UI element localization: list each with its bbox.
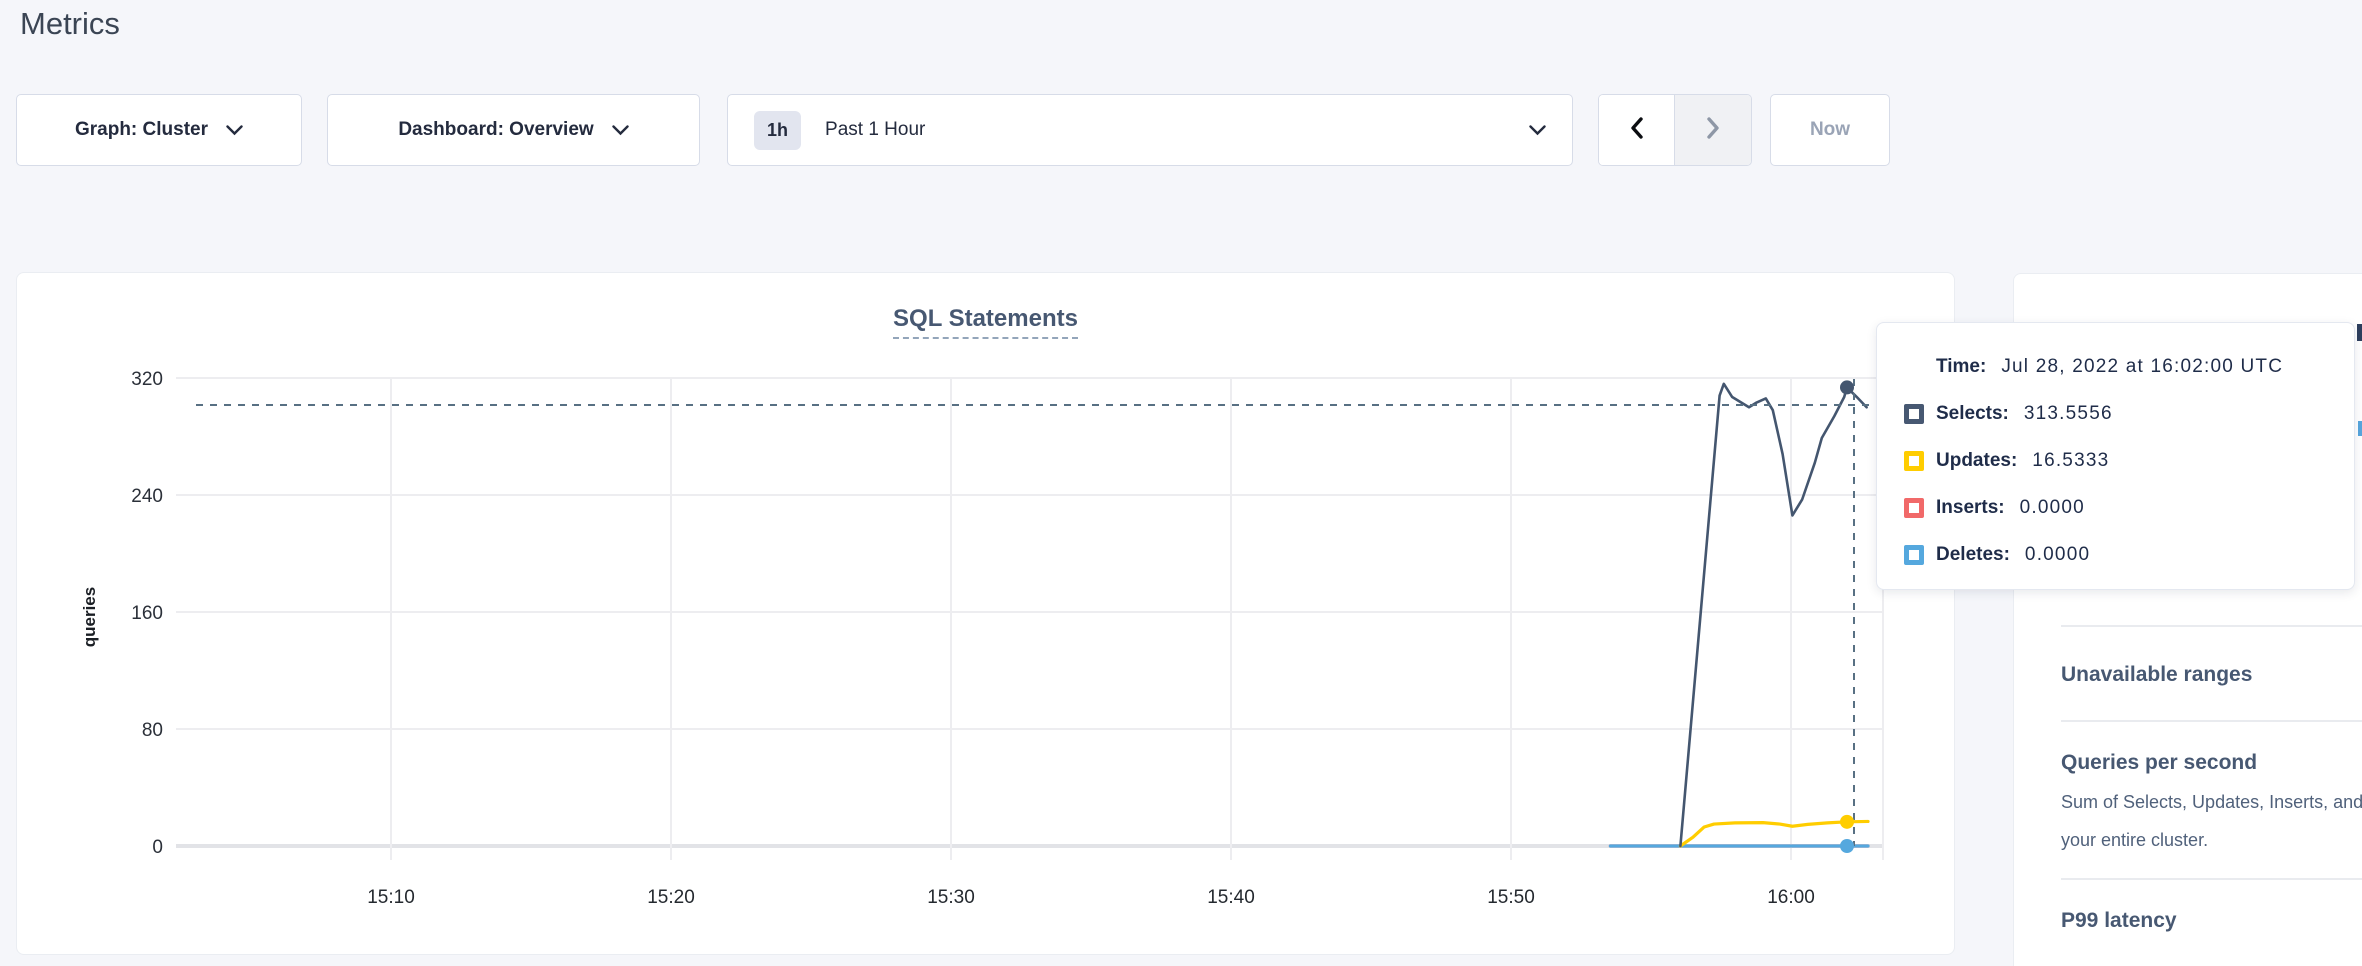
tooltip-time-row: Time: Jul 28, 2022 at 16:02:00 UTC <box>1904 350 2334 383</box>
x-tick-label: 16:00 <box>1767 887 1815 908</box>
tooltip-series-value: 0.0000 <box>2020 497 2085 519</box>
updates-swatch-icon <box>1904 451 1924 471</box>
inserts-swatch-icon <box>1904 498 1924 518</box>
selects-swatch-icon <box>1904 404 1924 424</box>
y-tick-label: 240 <box>131 486 163 507</box>
tooltip-series-label: Inserts: <box>1936 497 2005 519</box>
tooltip-series-value: 0.0000 <box>2025 544 2090 566</box>
chevron-down-icon <box>612 125 629 136</box>
tooltip-series-row: Deletes: 0.0000 <box>1904 538 2334 571</box>
x-tick-label: 15:50 <box>1487 887 1535 908</box>
clipped-link-fragment <box>2358 421 2362 436</box>
deletes-swatch-icon <box>1904 545 1924 565</box>
sidebar-heading-queries-per-second: Queries per second <box>2061 751 2257 775</box>
clipped-text-fragment <box>2357 324 2362 341</box>
chevron-left-icon <box>1629 116 1645 145</box>
tooltip-series-label: Deletes: <box>1936 544 2010 566</box>
divider <box>2061 720 2362 722</box>
x-tick-label: 15:10 <box>367 887 415 908</box>
dashboard-dropdown-label: Dashboard: Overview <box>398 119 593 141</box>
now-button[interactable]: Now <box>1770 94 1890 166</box>
graph-dropdown-label: Graph: Cluster <box>75 119 208 141</box>
hover-dot-updates <box>1840 815 1854 829</box>
tooltip-series-value: 313.5556 <box>2024 403 2113 425</box>
dashboard-dropdown[interactable]: Dashboard: Overview <box>327 94 700 166</box>
divider <box>2061 878 2362 880</box>
sql-statements-chart-card: 0 80 160 240 320 15:10 15:20 15:30 15:40 15:50 16:… <box>16 272 1955 955</box>
y-tick-label: 80 <box>142 720 163 741</box>
sidebar-description-line: your entire cluster. <box>2061 830 2208 851</box>
x-tick-label: 15:40 <box>1207 887 1255 908</box>
time-step-button-group <box>1598 94 1752 166</box>
chevron-right-icon <box>1705 116 1721 145</box>
sidebar-description-line: Sum of Selects, Updates, Inserts, and De… <box>2061 792 2362 813</box>
x-tick-label: 15:20 <box>647 887 695 908</box>
tooltip-series-value: 16.5333 <box>2032 450 2109 472</box>
next-time-button[interactable] <box>1675 95 1751 165</box>
series-line-updates <box>1680 821 1868 846</box>
page-title: Metrics <box>20 6 120 42</box>
sidebar-heading-p99-latency: P99 latency <box>2061 909 2177 933</box>
y-axis-label: queries <box>80 587 99 647</box>
hover-dot-selects <box>1840 380 1854 394</box>
series-line-selects <box>1680 384 1866 846</box>
tooltip-series-label: Selects: <box>1936 403 2009 425</box>
tooltip-series-row: Selects: 313.5556 <box>1904 397 2334 430</box>
y-tick-label: 160 <box>131 603 163 624</box>
chart-title[interactable]: SQL Statements <box>893 305 1078 339</box>
time-range-badge: 1h <box>754 111 801 150</box>
divider <box>2061 625 2362 627</box>
time-range-dropdown[interactable]: 1h Past 1 Hour <box>727 94 1573 166</box>
time-range-label: Past 1 Hour <box>825 119 1511 141</box>
sidebar-heading-unavailable-ranges: Unavailable ranges <box>2061 663 2252 687</box>
tooltip-time-label: Time: <box>1936 356 1986 378</box>
tooltip-series-label: Updates: <box>1936 450 2017 472</box>
hover-dot-deletes <box>1840 839 1854 853</box>
y-tick-label: 0 <box>152 837 163 858</box>
chevron-down-icon <box>1529 125 1546 136</box>
tooltip-time-value: Jul 28, 2022 at 16:02:00 UTC <box>2001 356 2283 378</box>
graph-dropdown[interactable]: Graph: Cluster <box>16 94 302 166</box>
tooltip-series-row: Updates: 16.5333 <box>1904 444 2334 477</box>
tooltip-series-row: Inserts: 0.0000 <box>1904 491 2334 524</box>
x-tick-label: 15:30 <box>927 887 975 908</box>
sql-statements-chart-canvas[interactable]: 0 80 160 240 320 15:10 15:20 15:30 15:40 15:50 16:… <box>17 273 1956 956</box>
chart-hover-tooltip: Time: Jul 28, 2022 at 16:02:00 UTC Selec… <box>1876 322 2355 590</box>
y-tick-label: 320 <box>131 369 163 390</box>
chevron-down-icon <box>226 125 243 136</box>
previous-time-button[interactable] <box>1599 95 1675 165</box>
